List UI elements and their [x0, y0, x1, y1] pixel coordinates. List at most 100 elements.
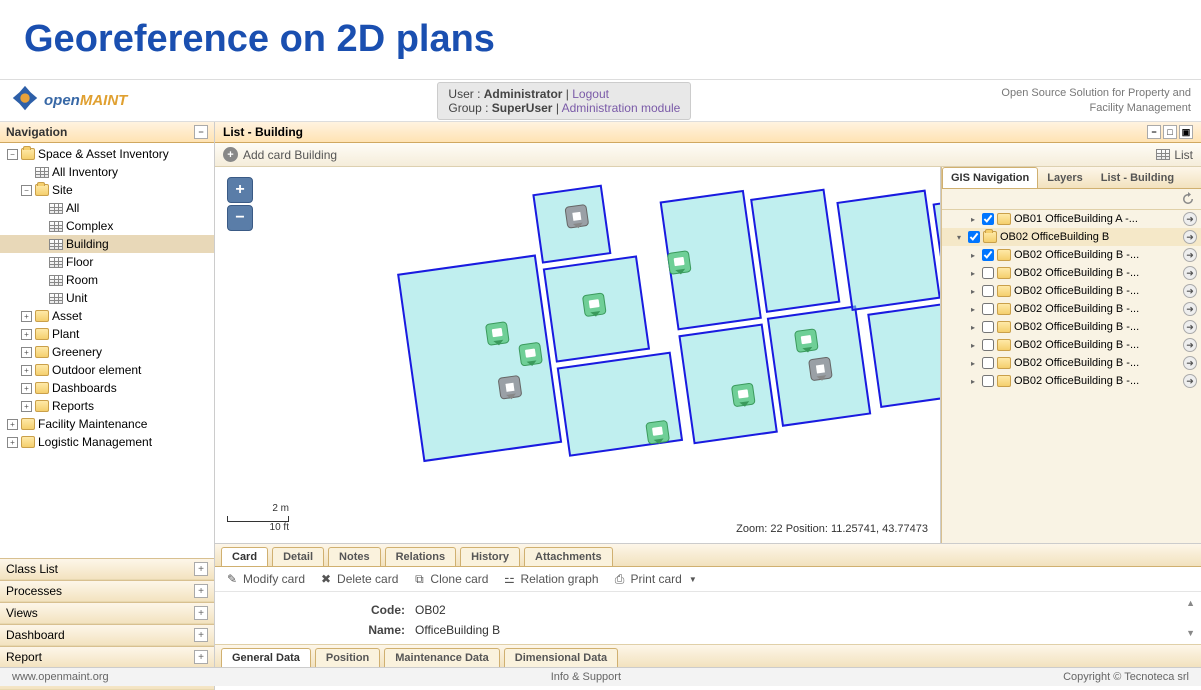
tab-gis-navigation[interactable]: GIS Navigation: [942, 167, 1038, 188]
visibility-checkbox[interactable]: [982, 213, 994, 225]
goto-icon[interactable]: ➜: [1183, 338, 1197, 352]
visibility-checkbox[interactable]: [982, 321, 994, 333]
asset-pin[interactable]: [667, 248, 692, 277]
gis-node[interactable]: ▾OB02 OfficeBuilding B➜: [942, 228, 1201, 246]
tree-reports[interactable]: +Reports: [0, 397, 214, 415]
accordion-dashboard[interactable]: Dashboard+: [0, 624, 214, 646]
goto-icon[interactable]: ➜: [1183, 356, 1197, 370]
logo-icon: [10, 83, 40, 118]
minimize-icon[interactable]: −: [1147, 125, 1161, 139]
gis-node[interactable]: ▸OB01 OfficeBuilding A -...➜: [942, 210, 1201, 228]
accordion-processes[interactable]: Processes+: [0, 580, 214, 602]
tree-building[interactable]: Building: [0, 235, 214, 253]
goto-icon[interactable]: ➜: [1183, 374, 1197, 388]
visibility-checkbox[interactable]: [982, 249, 994, 261]
tree-floor[interactable]: Floor: [0, 253, 214, 271]
tree-log-mgmt[interactable]: +Logistic Management: [0, 433, 214, 451]
admin-module-link[interactable]: Administration module: [562, 101, 681, 115]
visibility-checkbox[interactable]: [982, 375, 994, 387]
detail-tab-notes[interactable]: Notes: [328, 547, 381, 566]
gis-node[interactable]: ▸OB02 OfficeBuilding B -...➜: [942, 282, 1201, 300]
footer-link-center[interactable]: Info & Support: [109, 671, 1063, 683]
delete-card-button[interactable]: ✖Delete card: [319, 572, 398, 586]
collapse-button[interactable]: −: [194, 125, 208, 139]
detail-tab-relations[interactable]: Relations: [385, 547, 457, 566]
visibility-checkbox[interactable]: [982, 303, 994, 315]
tree-greenery[interactable]: +Greenery: [0, 343, 214, 361]
footer-link-left[interactable]: www.openmaint.org: [12, 671, 109, 683]
maximize-icon[interactable]: ▣: [1179, 125, 1193, 139]
tree-complex[interactable]: Complex: [0, 217, 214, 235]
asset-pin[interactable]: [808, 355, 833, 384]
visibility-checkbox[interactable]: [982, 339, 994, 351]
tree-fac-maint[interactable]: +Facility Maintenance: [0, 415, 214, 433]
asset-pin[interactable]: [485, 319, 510, 348]
goto-icon[interactable]: ➜: [1183, 230, 1197, 244]
asset-pin[interactable]: [497, 373, 522, 402]
scroll-up-icon[interactable]: ▲: [1186, 598, 1195, 608]
map-pane[interactable]: + −: [215, 167, 941, 543]
list-toggle[interactable]: List: [1156, 148, 1193, 162]
detail-tab-attachments[interactable]: Attachments: [524, 547, 613, 566]
tree-unit[interactable]: Unit: [0, 289, 214, 307]
goto-icon[interactable]: ➜: [1183, 266, 1197, 280]
expand-icon: +: [194, 606, 208, 620]
zoom-in-button[interactable]: +: [227, 177, 253, 203]
subtab-position[interactable]: Position: [315, 648, 380, 667]
subtab-maintenance-data[interactable]: Maintenance Data: [384, 648, 500, 667]
tab-list-building[interactable]: List - Building: [1092, 167, 1183, 188]
visibility-checkbox[interactable]: [982, 357, 994, 369]
clone-card-button[interactable]: ⧉Clone card: [412, 572, 488, 586]
tree-asset[interactable]: +Asset: [0, 307, 214, 325]
add-card-button[interactable]: + Add card Building: [223, 147, 337, 162]
subtab-general-data[interactable]: General Data: [221, 648, 311, 667]
visibility-checkbox[interactable]: [968, 231, 980, 243]
asset-pin[interactable]: [582, 290, 607, 319]
tree-outdoor[interactable]: +Outdoor element: [0, 361, 214, 379]
visibility-checkbox[interactable]: [982, 285, 994, 297]
goto-icon[interactable]: ➜: [1183, 302, 1197, 316]
detail-tab-card[interactable]: Card: [221, 547, 268, 566]
visibility-checkbox[interactable]: [982, 267, 994, 279]
goto-icon[interactable]: ➜: [1183, 284, 1197, 298]
tree-site[interactable]: −Site: [0, 181, 214, 199]
code-value: OB02: [415, 603, 446, 617]
tree-dashboards[interactable]: +Dashboards: [0, 379, 214, 397]
gis-node[interactable]: ▸OB02 OfficeBuilding B -...➜: [942, 300, 1201, 318]
gis-node[interactable]: ▸OB02 OfficeBuilding B -...➜: [942, 354, 1201, 372]
modify-card-button[interactable]: ✎Modify card: [225, 572, 305, 586]
relation-graph-button[interactable]: ⚍Relation graph: [502, 572, 598, 586]
asset-pin[interactable]: [731, 381, 756, 410]
accordion-views[interactable]: Views+: [0, 602, 214, 624]
goto-icon[interactable]: ➜: [1183, 212, 1197, 226]
zoom-out-button[interactable]: −: [227, 205, 253, 231]
tree-all-inventory[interactable]: All Inventory: [0, 163, 214, 181]
gis-node[interactable]: ▸OB02 OfficeBuilding B -...➜: [942, 264, 1201, 282]
detail-tab-history[interactable]: History: [460, 547, 520, 566]
scroll-down-icon[interactable]: ▼: [1186, 628, 1195, 638]
tree-space-asset[interactable]: −Space & Asset Inventory: [0, 145, 214, 163]
tab-layers[interactable]: Layers: [1038, 167, 1091, 188]
gis-node[interactable]: ▸OB02 OfficeBuilding B -...➜: [942, 336, 1201, 354]
gis-node[interactable]: ▸OB02 OfficeBuilding B -...➜: [942, 372, 1201, 390]
gis-node[interactable]: ▸OB02 OfficeBuilding B -...➜: [942, 318, 1201, 336]
asset-pin[interactable]: [564, 202, 589, 231]
restore-icon[interactable]: □: [1163, 125, 1177, 139]
tree-plant[interactable]: +Plant: [0, 325, 214, 343]
tree-all[interactable]: All: [0, 199, 214, 217]
subtab-dimensional-data[interactable]: Dimensional Data: [504, 648, 618, 667]
logout-link[interactable]: Logout: [572, 87, 609, 101]
goto-icon[interactable]: ➜: [1183, 248, 1197, 262]
asset-pin[interactable]: [518, 340, 543, 369]
asset-pin[interactable]: [794, 326, 819, 355]
gis-node[interactable]: ▸OB02 OfficeBuilding B -...➜: [942, 246, 1201, 264]
asset-pin[interactable]: [645, 418, 670, 447]
accordion-class-list[interactable]: Class List+: [0, 558, 214, 580]
refresh-icon[interactable]: [1181, 192, 1195, 206]
goto-icon[interactable]: ➜: [1183, 320, 1197, 334]
tree-room[interactable]: Room: [0, 271, 214, 289]
accordion-report[interactable]: Report+: [0, 646, 214, 668]
scale-bar: 2 m 10 ft: [227, 503, 289, 533]
print-card-button[interactable]: ⎙Print card▼: [613, 572, 697, 586]
detail-tab-detail[interactable]: Detail: [272, 547, 324, 566]
